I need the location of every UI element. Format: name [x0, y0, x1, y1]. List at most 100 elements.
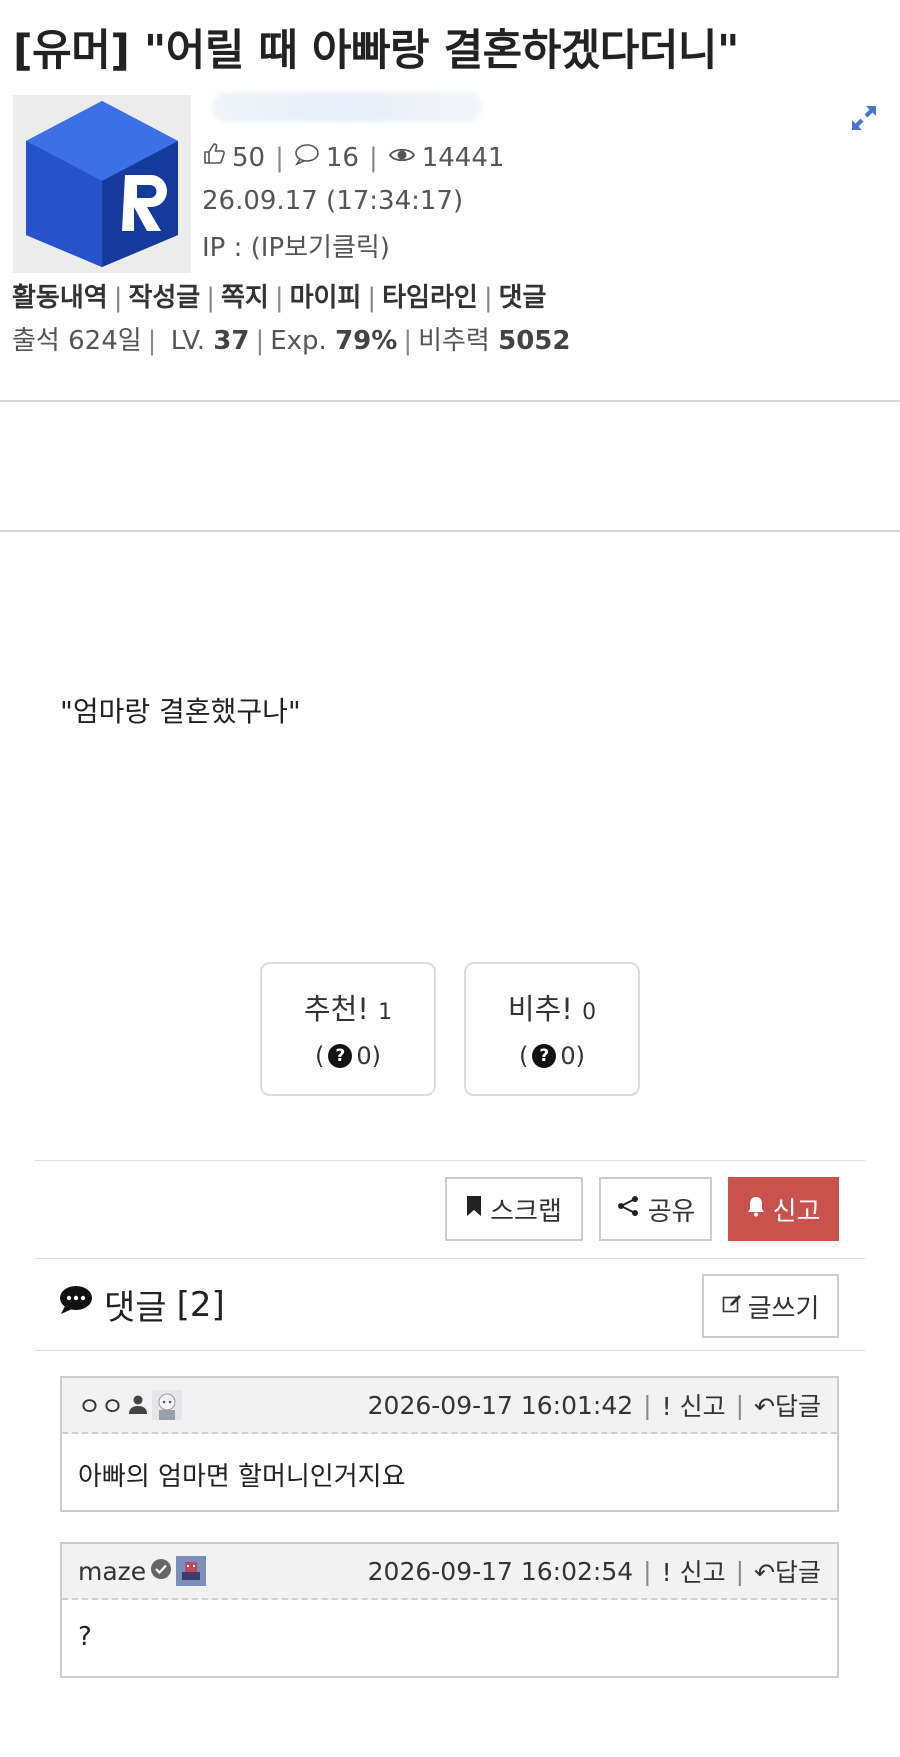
write-comment-button[interactable]: 글쓰기 — [702, 1274, 839, 1338]
exp-value: 79% — [335, 326, 398, 356]
upvote-button[interactable]: 추천! 1 (? 0) — [260, 962, 436, 1096]
comment-reply-label: 답글 — [774, 1558, 821, 1587]
link-posts[interactable]: 작성글 — [128, 283, 200, 313]
downvote-count: 0 — [582, 1000, 597, 1025]
comment-item: maze 2026-09-17 16:02:54 | ! 신고 | ↶답글 ? — [60, 1542, 839, 1678]
share-button[interactable]: 공유 — [599, 1177, 712, 1241]
divider: | — [643, 1556, 652, 1586]
scrap-label: 스크랩 — [490, 1196, 562, 1227]
divider — [35, 1258, 865, 1259]
link-message[interactable]: 쪽지 — [221, 283, 269, 313]
paren: ( — [518, 1042, 529, 1070]
user-avatar[interactable] — [176, 1556, 207, 1586]
scrap-button[interactable]: 스크랩 — [445, 1177, 583, 1241]
author-name-blurred — [212, 92, 482, 122]
post-title: [유머] "어릴 때 아빠랑 결혼하겠다더니" — [13, 26, 739, 76]
comment-total: [2] — [176, 1284, 225, 1325]
comment-author[interactable]: maze — [78, 1557, 146, 1586]
divider: | — [403, 326, 413, 356]
header-divider — [0, 400, 900, 402]
comment-time: 2026-09-17 16:01:42 — [367, 1390, 634, 1420]
comment-item: ㅇㅇ 2026-09-17 16:01:42 | ! 신고 | ↶답글 아빠의 … — [60, 1376, 839, 1512]
link-timeline[interactable]: 타임라인 — [382, 283, 478, 313]
divider: | — [206, 283, 215, 313]
divider: | — [274, 283, 284, 313]
comment-header: 댓글 [2] — [58, 1280, 225, 1329]
comment-count: 16 — [325, 142, 359, 173]
author-stats: 출석 624일 | LV. 37 | Exp. 79% | 비추력 5052 — [12, 320, 571, 357]
divider: | — [735, 1556, 745, 1586]
comment-report-label: 신고 — [679, 1558, 726, 1587]
question-icon[interactable]: ? — [532, 1044, 557, 1068]
comment-reply-label: 답글 — [774, 1392, 821, 1421]
reply-arrow-icon: ↶ — [754, 1558, 775, 1587]
divider: | — [367, 283, 377, 313]
user-avatar[interactable] — [152, 1390, 183, 1420]
divider — [35, 1350, 865, 1351]
exclamation-icon: ! — [661, 1558, 672, 1587]
like-count: 50 — [232, 142, 266, 173]
divider — [35, 1160, 865, 1161]
downvote-power-label: 비추력 — [418, 326, 490, 356]
expand-icon[interactable] — [849, 103, 879, 133]
eye-icon — [388, 143, 416, 173]
downvote-button[interactable]: 비추! 0 (? 0) — [464, 962, 640, 1096]
comment-time: 2026-09-17 16:02:54 — [367, 1556, 634, 1586]
upvote-label: 추천! — [303, 992, 369, 1026]
comment-report-link[interactable]: ! 신고 — [662, 1553, 726, 1589]
thumbs-up-icon — [202, 142, 226, 173]
paren: ( — [314, 1042, 325, 1070]
divider: | — [735, 1390, 745, 1420]
report-button[interactable]: 신고 — [728, 1177, 839, 1241]
share-label: 공유 — [647, 1196, 696, 1227]
share-icon — [616, 1194, 640, 1225]
upvote-count: 1 — [378, 1000, 393, 1025]
comment-text: ? — [78, 1622, 92, 1652]
comment-bubble-icon — [294, 142, 320, 173]
comment-reply-link[interactable]: ↶답글 — [754, 1387, 821, 1423]
speech-bubble-icon — [58, 1284, 94, 1325]
verified-check-icon — [150, 1557, 172, 1586]
ip-link[interactable]: IP : (IP보기클릭) — [202, 227, 390, 264]
link-activity[interactable]: 활동내역 — [12, 283, 108, 313]
upvote-sub-count: 0) — [356, 1042, 381, 1070]
level-value: 37 — [213, 326, 250, 356]
attendance: 출석 624일 — [12, 326, 142, 356]
link-comments[interactable]: 댓글 — [499, 283, 547, 313]
post-date: 26.09.17 (17:34:17) — [202, 186, 464, 216]
question-icon[interactable]: ? — [328, 1044, 353, 1068]
write-label: 글쓰기 — [747, 1293, 820, 1324]
downvote-label: 비추! — [507, 992, 573, 1026]
r-cube-logo — [13, 95, 191, 273]
divider: | — [643, 1390, 652, 1420]
comment-author[interactable]: ㅇㅇ — [78, 1387, 124, 1423]
comment-title: 댓글 — [104, 1288, 167, 1328]
exclamation-icon: ! — [661, 1392, 672, 1421]
post-body: "엄마랑 결혼했구나" — [60, 695, 301, 728]
bookmark-icon — [466, 1194, 482, 1224]
ad-area-divider — [0, 530, 900, 532]
level-label: LV. — [170, 326, 206, 356]
author-links: 활동내역 | 작성글 | 쪽지 | 마이피 | 타임라인 | 댓글 — [12, 277, 546, 314]
comment-reply-link[interactable]: ↶답글 — [754, 1553, 821, 1589]
comment-text: 아빠의 엄마면 할머니인거지요 — [78, 1462, 406, 1492]
bell-icon — [747, 1194, 765, 1224]
divider: | — [255, 326, 265, 356]
divider: | — [275, 142, 284, 173]
report-label: 신고 — [772, 1196, 821, 1227]
edit-icon — [722, 1291, 742, 1321]
divider: | — [113, 283, 123, 313]
author-avatar[interactable] — [13, 95, 191, 273]
comment-report-label: 신고 — [679, 1392, 726, 1421]
divider: | — [147, 326, 157, 356]
downvote-power-value: 5052 — [498, 326, 571, 356]
person-icon — [128, 1391, 148, 1420]
view-count: 14441 — [421, 142, 505, 173]
divider: | — [483, 283, 493, 313]
post-stats: 50 | 16 | 14441 — [202, 142, 504, 173]
reply-arrow-icon: ↶ — [754, 1392, 775, 1421]
comment-report-link[interactable]: ! 신고 — [662, 1387, 726, 1423]
downvote-sub-count: 0) — [560, 1042, 585, 1070]
link-mypi[interactable]: 마이피 — [290, 283, 362, 313]
exp-label: Exp. — [270, 326, 327, 356]
